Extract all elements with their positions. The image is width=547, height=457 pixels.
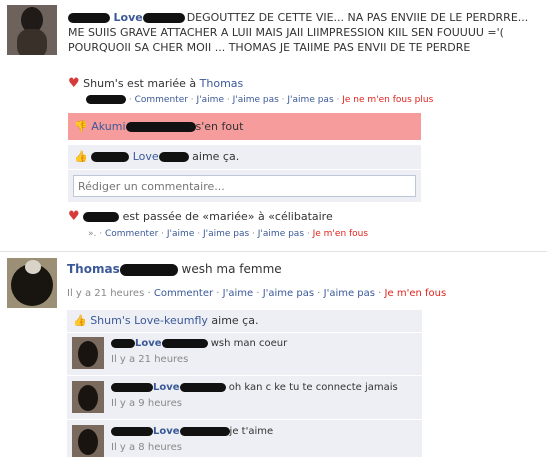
avatar[interactable] — [7, 258, 57, 308]
liker-link[interactable]: Shum's Love-keumfly — [90, 314, 208, 327]
avatar[interactable] — [7, 5, 57, 55]
comment-link[interactable]: Commenter — [135, 95, 188, 105]
dont-care-link[interactable]: Je m'en fous — [313, 229, 368, 239]
list-item: Love je t'aime Il y a 8 heures — [67, 420, 422, 457]
comment-box-wrap — [68, 170, 421, 202]
timestamp: Il y a 21 heures — [111, 354, 189, 365]
commenter-name[interactable]: Love — [135, 338, 162, 349]
author-name[interactable]: Love — [114, 11, 143, 24]
timestamp: Il y a 21 heures — [67, 288, 145, 299]
post-2-header: Thomas wesh ma femme — [67, 262, 282, 276]
commenter-name[interactable]: Love — [153, 382, 180, 393]
partner-link[interactable]: Thomas — [200, 77, 244, 90]
relationship-line: ♥ Shum's est mariée à Thomas — [68, 76, 244, 91]
author-name[interactable]: Thomas — [67, 262, 120, 276]
dislike-link[interactable]: J'aime pas — [233, 95, 279, 105]
action-row-1: · Commenter · J'aime · J'aime pas · J'ai… — [86, 95, 433, 105]
dislike-link[interactable]: J'aime pas — [203, 229, 249, 239]
like-bar: 👍 Love aime ça. — [68, 145, 421, 169]
thumbs-up-icon: 👍 — [74, 150, 88, 163]
comment-link[interactable]: Commenter — [154, 288, 213, 299]
dislike-link-2[interactable]: J'aime pas — [258, 229, 304, 239]
list-item: Love oh kan c ke tu te connecte jamais I… — [67, 376, 422, 418]
dislike-link-2[interactable]: J'aime pas — [324, 288, 375, 299]
like-link[interactable]: J'aime — [167, 229, 194, 239]
dislike-link[interactable]: J'aime pas — [263, 288, 314, 299]
dislike-bar: 👎 Akumi s'en fout — [68, 113, 421, 140]
thumbs-up-icon: 👍 — [73, 314, 87, 327]
timestamp: Il y a 9 heures — [111, 398, 182, 409]
timestamp: Il y a 8 heures — [111, 442, 182, 453]
heart-icon: ♥ — [68, 76, 80, 91]
relationship-change: ♥ est passée de «mariée» à «célibataire — [68, 209, 333, 224]
status-text: Love DEGOUTTEZ DE CETTE VIE... NA PAS ENV… — [68, 11, 529, 54]
post-divider — [0, 251, 547, 252]
list-item: Love wsh man coeur Il y a 21 heures — [67, 333, 422, 374]
avatar[interactable] — [72, 381, 104, 413]
like-link[interactable]: J'aime — [223, 288, 254, 299]
thumbs-down-icon: 👎 — [74, 120, 88, 133]
comment-input[interactable] — [73, 175, 416, 197]
dislike-link-2[interactable]: J'aime pas — [287, 95, 333, 105]
dont-care-link[interactable]: Je ne m'en fous plus — [342, 95, 433, 105]
comment-link[interactable]: Commenter — [105, 229, 158, 239]
post-2-actions: Il y a 21 heures · Commenter · J'aime · … — [67, 288, 447, 299]
liker-link[interactable]: Love — [133, 150, 159, 163]
heart-icon: ♥ — [68, 209, 80, 224]
dont-care-link[interactable]: Je m'en fous — [385, 288, 447, 299]
avatar[interactable] — [72, 337, 104, 369]
comment-list: Love wsh man coeur Il y a 21 heures Love… — [67, 333, 422, 457]
like-link[interactable]: J'aime — [197, 95, 224, 105]
avatar[interactable] — [72, 425, 104, 457]
like-bar: 👍 Shum's Love-keumfly aime ça. — [67, 310, 422, 332]
action-row-2: ». · Commenter · J'aime · J'aime pas · J… — [88, 229, 369, 239]
commenter-name[interactable]: Love — [153, 426, 180, 437]
